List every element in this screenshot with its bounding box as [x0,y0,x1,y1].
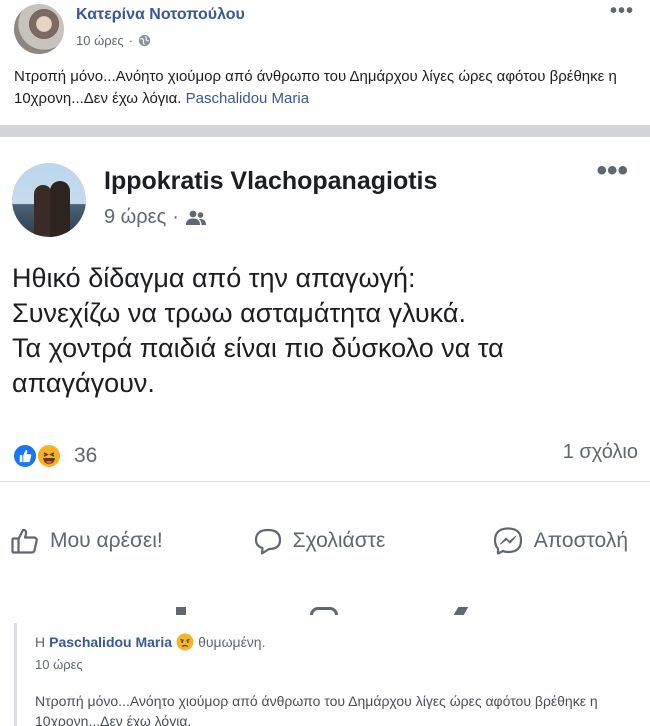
shared-author-avatar [12,163,86,237]
author-avatar[interactable] [14,4,64,54]
post-actions-bar: Μου αρέσει! Σχολιάστε Αποστολή [0,515,650,567]
like-reaction-icon [12,443,38,469]
feeling-label: θυμωμένη. [198,634,266,650]
cropped-tab-bar [0,603,650,615]
mention-link[interactable]: Paschalidou Maria [186,90,309,107]
comment-button-label: Σχολιάστε [292,529,386,552]
author-name[interactable]: Κατερίνα Νοτοπούλου [76,6,245,24]
messenger-icon [493,527,522,555]
shared-more-options-icon: ••• [596,154,628,187]
like-button-label: Μου αρέσει! [50,529,163,552]
reactions-count: 36 [74,444,98,467]
send-button: Αποστολή [422,515,650,567]
attribution-text: Ντροπή μόνο...Ανόητο χιούμορ από άνθρωπο… [35,693,598,726]
top-post: Κατερίνα Νοτοπούλου 10 ώρες · ••• Ντροπή… [0,0,650,122]
shared-post-line: Τα χοντρά παιδιά είναι πιο δύσκολο να τα [12,333,504,363]
section-separator [0,125,650,137]
shared-post-body: Ηθικό δίδαγμα από την απαγωγή: Συνεχίζω … [12,261,642,401]
friends-icon [185,210,206,225]
shared-post-time: 9 ώρες [104,206,167,228]
feeling-line: Η Paschalidou Maria θυμωμένη. [35,633,266,651]
more-options-icon[interactable]: ••• [610,0,634,23]
meta-dot: · [128,33,134,48]
comment-button: Σχολιάστε [216,515,422,567]
shared-post-line: Ηθικό δίδαγμα από την απαγωγή: [12,263,416,293]
shared-post-screenshot: Ippokratis Vlachopanagiotis 9 ώρες · •••… [0,137,650,615]
post-time[interactable]: 10 ώρες [76,33,124,48]
comments-count: 1 σχόλιο [562,441,638,463]
feeling-prefix: Η [35,634,46,650]
shared-post-line: απαγάγουν. [12,368,155,398]
shared-meta-dot: · [172,206,179,228]
post-meta: 10 ώρες · [76,33,151,48]
send-button-label: Αποστολή [533,529,628,552]
post-text: Ντροπή μόνο...Ανόητο χιούμορ από άνθρωπο… [14,66,634,110]
thumbs-up-icon [11,528,38,554]
haha-reaction-icon [36,443,62,469]
attribution-name[interactable]: Paschalidou Maria [49,634,172,650]
globe-icon [138,34,151,47]
comment-icon [254,528,281,555]
angry-emoji-icon [176,633,194,651]
reactions-summary: 36 [12,443,97,469]
attribution-time[interactable]: 10 ώρες [35,657,83,672]
shared-post-meta: 9 ώρες · [104,206,207,229]
post-text-body: Ντροπή μόνο...Ανόητο χιούμορ από άνθρωπο… [14,68,617,107]
divider [0,481,650,482]
shared-post-line: Συνεχίζω να τρωω ασταμάτητα γλυκά. [12,298,466,328]
quoted-block: Η Paschalidou Maria θυμωμένη. 10 ώρες Ντ… [14,623,650,726]
like-button: Μου αρέσει! [0,515,216,567]
attribution-card: Η Paschalidou Maria θυμωμένη. 10 ώρες Ντ… [0,615,650,726]
shared-author-name: Ippokratis Vlachopanagiotis [104,167,438,195]
